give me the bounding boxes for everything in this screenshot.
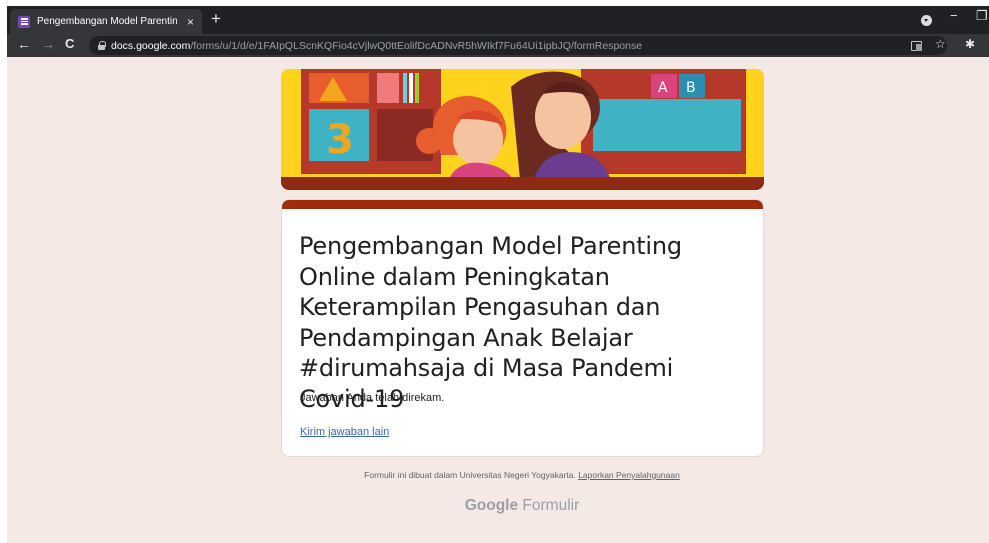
reload-button[interactable]: C: [65, 37, 74, 50]
brand-product: Formulir: [522, 497, 580, 514]
forms-favicon-icon: [18, 15, 30, 28]
card-accent-bar: [282, 200, 763, 209]
tab-strip: Pengembangan Model Parenting × + − ❐: [7, 6, 989, 34]
tab-title: Pengembangan Model Parenting: [37, 16, 177, 27]
google-forms-logo[interactable]: Google Formulir: [7, 497, 989, 515]
new-tab-button[interactable]: +: [211, 10, 221, 27]
response-card: Pengembangan Model Parenting Online dala…: [281, 199, 764, 457]
brand-google: Google: [464, 497, 519, 514]
profile-dropdown-icon[interactable]: [921, 15, 932, 26]
block-letter-a: A: [658, 80, 668, 96]
form-title: Pengembangan Model Parenting Online dala…: [299, 232, 682, 413]
browser-window: Pengembangan Model Parenting × + − ❐ ← →…: [0, 0, 989, 543]
footer-note: Formulir ini dibuat dalam Universitas Ne…: [7, 470, 989, 480]
browser-toolbar: ← → C docs.google.com /forms/u/1/d/e/1FA…: [7, 34, 989, 57]
restore-button[interactable]: ❐: [976, 9, 988, 22]
footer-org-text: Formulir ini dibuat dalam Universitas Ne…: [364, 470, 576, 480]
translate-icon[interactable]: [911, 41, 922, 51]
forward-button[interactable]: →: [41, 37, 55, 51]
address-bar[interactable]: docs.google.com /forms/u/1/d/e/1FAIpQLSc…: [89, 36, 947, 55]
extensions-puzzle-icon[interactable]: ✱: [965, 38, 975, 50]
form-header-image: 3 A B: [281, 69, 764, 190]
block-letter-b: B: [686, 80, 696, 96]
url-host: docs.google.com: [111, 39, 191, 52]
form-page: 3 A B Pengembangan Model Parenting Onlin…: [7, 57, 989, 543]
back-button[interactable]: ←: [17, 37, 31, 51]
bookmark-star-icon[interactable]: ☆: [935, 38, 946, 50]
close-tab-icon[interactable]: ×: [187, 16, 194, 28]
report-abuse-link[interactable]: Laporkan Penyalahgunaan: [578, 470, 680, 480]
confirmation-message: Jawaban Anda telah direkam.: [300, 392, 445, 404]
minimize-button[interactable]: −: [950, 9, 958, 22]
submit-another-response-link[interactable]: Kirim jawaban lain: [300, 426, 389, 438]
lock-icon[interactable]: [98, 41, 106, 50]
url-path: /forms/u/1/d/e/1FAIpQLScnKQFio4cVjlwQ0tt…: [190, 39, 643, 52]
browser-tab[interactable]: Pengembangan Model Parenting ×: [10, 9, 202, 34]
header-number-3: 3: [326, 117, 354, 163]
